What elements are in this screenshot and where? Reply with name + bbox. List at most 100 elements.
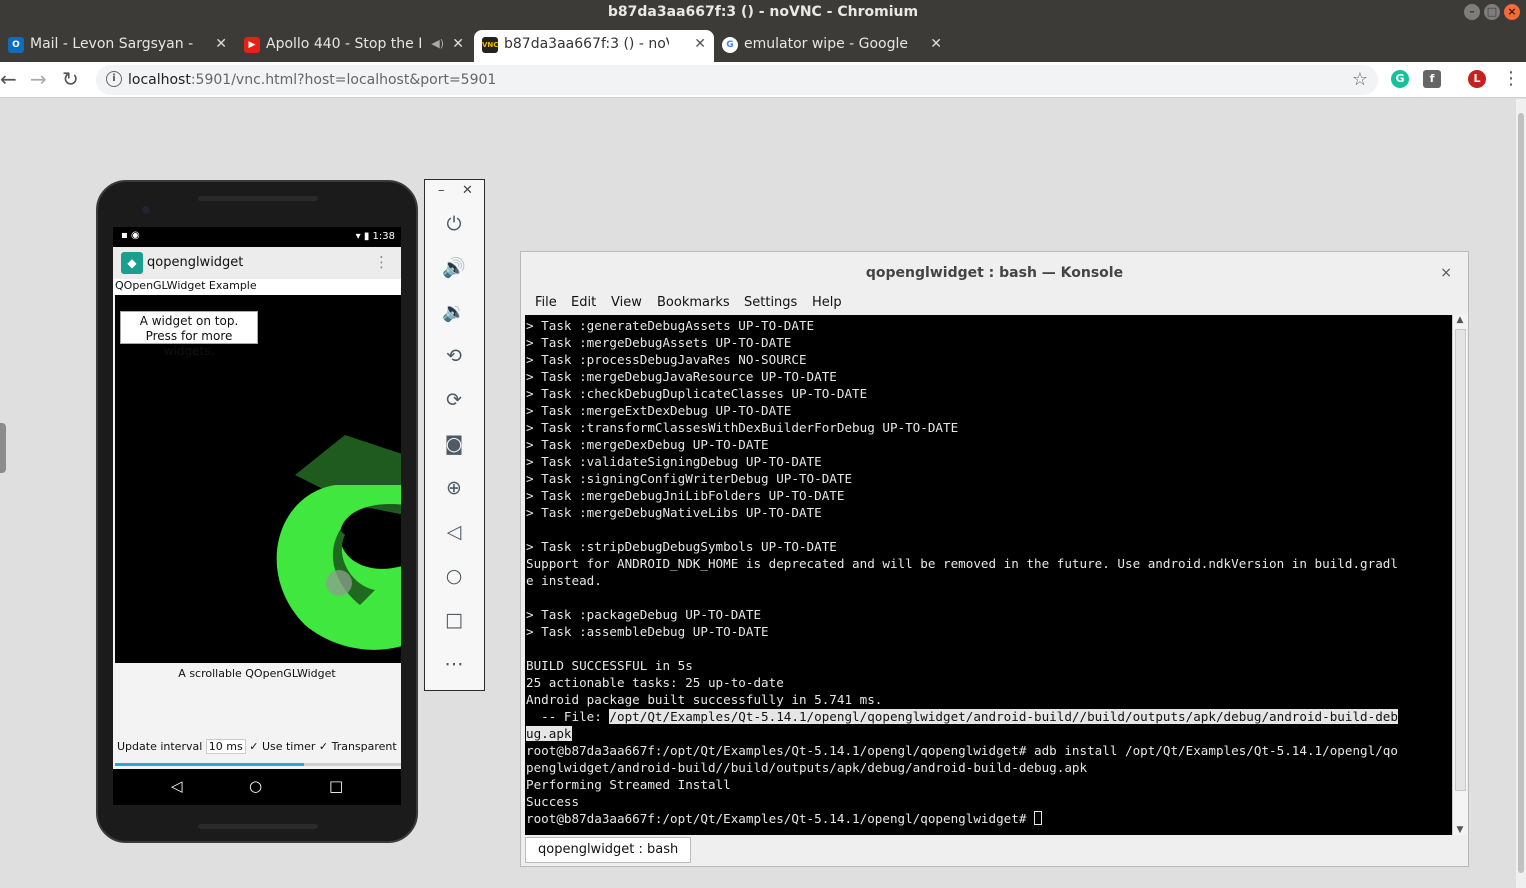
terminal-line: e instead. [526,573,602,588]
volume-down-icon[interactable]: 🔉 [442,300,466,324]
nav-home-icon[interactable]: ○ [249,777,262,795]
menu-view[interactable]: View [611,295,642,310]
tab-google[interactable]: G emulator wipe - Google Se ✕ [714,30,950,62]
url-text[interactable]: localhost:5901/vnc.html?host=localhost&p… [128,72,496,88]
menu-edit[interactable]: Edit [571,295,596,310]
transparent-checkbox[interactable]: ✓ Transparent backg [319,740,401,753]
maximize-icon[interactable]: □ [1484,4,1500,20]
back-icon[interactable]: ◁ [442,520,466,544]
terminal-line: ug.apk [526,726,572,741]
example-title: QOpenGLWidget Example [113,279,401,295]
widget-top-line1: A widget on top. [139,314,239,328]
menu-file[interactable]: File [535,295,557,310]
terminal-line: root@b87da3aa667f:/opt/Qt/Examples/Qt-5.… [526,810,1452,827]
emulator-close-icon[interactable]: ✕ [462,183,473,198]
page-scrollbar[interactable] [1516,99,1526,888]
terminal-line: Android package built successfully in 5.… [526,692,883,707]
tab-label: Mail - Levon Sargsyan - Ou [30,36,195,52]
menu-bookmarks[interactable]: Bookmarks [657,295,730,310]
info-icon[interactable]: i [106,71,122,87]
reload-icon[interactable]: ↻ [62,68,79,90]
widget-on-top-button[interactable]: A widget on top. Press for more widgets. [120,311,258,358]
android-emulator: ▪ ◉ ▾ ▮ 1:38 ◆ qopenglwidget ⋮ QOpenGLWi… [96,180,418,843]
scrollable-label: A scrollable QOpenGLWidget [178,667,336,680]
rotate-left-icon[interactable]: ⟲ [442,344,466,368]
use-timer-checkbox[interactable]: ✓ Use timer [249,740,315,753]
konsole-title: qopenglwidget : bash — Konsole [865,265,1124,281]
progress-bar [115,763,401,766]
terminal-line: 25 actionable tasks: 25 up-to-date [526,675,784,690]
terminal-scrollbar[interactable]: ▲ ▼ [1452,315,1467,835]
audio-playing-icon[interactable]: ◀) [431,30,444,58]
home-icon[interactable]: ○ [442,564,466,588]
konsole-titlebar: qopenglwidget : bash — Konsole × [521,252,1468,294]
terminal-line: Success [526,794,580,809]
overview-icon[interactable]: □ [442,608,466,632]
notification-icons: ▪ ◉ [121,230,140,241]
vnc-icon: VNC [482,37,498,53]
terminal-line: > Task :stripDebugDebugSymbols UP-TO-DAT… [526,539,837,554]
volume-up-icon[interactable]: 🔊 [442,256,466,280]
menu-help[interactable]: Help [812,295,842,310]
terminal-line: root@b87da3aa667f:/opt/Qt/Examples/Qt-5.… [526,743,1398,758]
more-icon[interactable]: ⋯ [442,652,466,676]
app-title: qopenglwidget [147,255,244,270]
tab-novnc[interactable]: VNC b87da3aa667f:3 () - noVN ✕ [474,30,714,62]
outlook-icon: O [8,37,24,53]
rotate-right-icon[interactable]: ⟳ [442,388,466,412]
tab-strip: O Mail - Levon Sargsyan - Ou ✕ ▶ Apollo … [0,26,1526,82]
forward-icon[interactable]: → [30,68,47,90]
qt-3d-logo [276,435,401,650]
close-tab-icon[interactable]: ✕ [452,30,464,58]
konsole-session-tab[interactable]: qopenglwidget : bash [525,837,692,863]
menu-kebab-icon[interactable]: ⋮ [1502,68,1520,89]
terminal-line: Performing Streamed Install [526,777,731,792]
close-tab-icon[interactable]: ✕ [694,30,706,58]
close-tab-icon[interactable]: ✕ [930,30,942,58]
tab-label: emulator wipe - Google Se [744,36,909,52]
terminal-line: > Task :transformClassesWithDexBuilderFo… [526,420,959,435]
back-icon[interactable]: ← [0,68,17,90]
terminal-line: penglwidget/android-build//build/outputs… [526,760,1088,775]
novnc-control-handle[interactable] [0,423,6,473]
bookmark-star-icon[interactable]: ☆ [1352,69,1368,90]
overflow-menu-icon[interactable]: ⋮ [374,253,389,271]
terminal-line: > Task :validateSigningDebug UP-TO-DATE [526,454,822,469]
google-icon: G [722,37,738,53]
konsole-close-icon[interactable]: × [1440,252,1452,294]
camera-icon[interactable]: ◙ [442,432,466,456]
minimize-icon[interactable]: – [1464,4,1480,20]
power-icon[interactable]: ⏻ [442,212,466,236]
address-bar[interactable]: i localhost:5901/vnc.html?host=localhost… [96,65,1378,95]
facebook-icon[interactable]: f [1423,70,1441,88]
grammarly-icon[interactable]: G [1391,70,1409,88]
tab-youtube[interactable]: ▶ Apollo 440 - Stop the R ◀) ✕ [236,30,472,62]
zoom-icon[interactable]: ⊕ [442,476,466,500]
controls-row: Update interval 10 ms ✓ Use timer ✓ Tran… [117,739,401,754]
konsole-menubar: File Edit View Bookmarks Settings Help [521,292,1468,314]
terminal-cursor [1034,811,1042,825]
terminal-line: Support for ANDROID_NDK_HOME is deprecat… [526,556,1398,571]
terminal-line: > Task :assembleDebug UP-TO-DATE [526,624,769,639]
tab-mail[interactable]: O Mail - Levon Sargsyan - Ou ✕ [0,30,235,62]
emulator-toolbar: – ✕ ⏻ 🔊 🔉 ⟲ ⟳ ◙ ⊕ ◁ ○ □ ⋯ [424,179,485,691]
nav-recents-icon[interactable]: □ [329,777,343,795]
emulator-minimize-icon[interactable]: – [438,183,445,198]
scroll-up-icon[interactable]: ▲ [1453,315,1467,325]
menu-settings[interactable]: Settings [744,295,797,310]
close-window-icon[interactable]: × [1504,4,1520,20]
phone-screen[interactable]: ▪ ◉ ▾ ▮ 1:38 ◆ qopenglwidget ⋮ QOpenGLWi… [113,227,401,805]
close-tab-icon[interactable]: ✕ [215,30,227,58]
android-statusbar: ▪ ◉ ▾ ▮ 1:38 [113,227,401,247]
terminal-line: -- File: /opt/Qt/Examples/Qt-5.14.1/open… [526,709,1398,724]
nav-back-icon[interactable]: ◁ [171,777,183,795]
opengl-render-area[interactable]: A widget on top. Press for more widgets. [115,295,401,663]
terminal-output[interactable]: > Task :generateDebugAssets UP-TO-DATE > … [525,315,1452,835]
progress-fill [115,763,304,766]
tab-label: b87da3aa667f:3 () - noVN [504,36,669,52]
update-interval-spinbox[interactable]: 10 ms [205,739,246,754]
terminal-line: BUILD SUCCESSFUL in 5s [526,658,693,673]
scroll-down-icon[interactable]: ▼ [1453,825,1467,835]
profile-avatar[interactable]: L [1468,70,1486,88]
